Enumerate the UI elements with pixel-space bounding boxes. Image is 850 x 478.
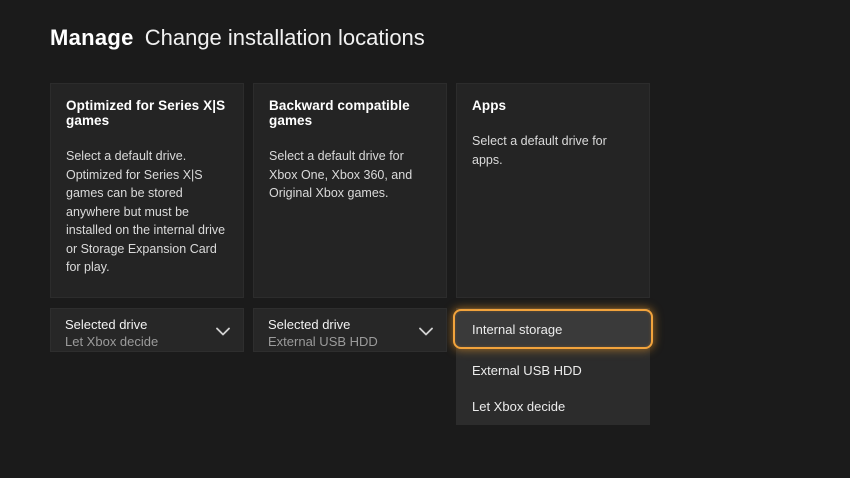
chevron-down-icon (419, 324, 433, 338)
column-optimized-games: Optimized for Series X|S games Select a … (50, 83, 244, 425)
column-apps: Apps Select a default drive for apps. In… (453, 83, 653, 425)
card-heading-optimized-games: Optimized for Series X|S games (66, 98, 226, 128)
card-apps: Apps Select a default drive for apps. (456, 83, 650, 298)
card-description-apps: Select a default drive for apps. (472, 134, 607, 167)
storage-columns: Optimized for Series X|S games Select a … (50, 83, 653, 425)
chevron-down-icon (216, 324, 230, 338)
page-title-subtitle: Change installation locations (144, 25, 425, 50)
page-title: Manage Change installation locations (50, 25, 425, 51)
card-heading-backward-compatible: Backward compatible games (269, 98, 410, 128)
option-let-xbox-decide[interactable]: Let Xbox decide (456, 388, 650, 424)
select-value: Let Xbox decide (65, 333, 159, 349)
card-optimized-games: Optimized for Series X|S games Select a … (50, 83, 244, 298)
manage-installation-locations-screen: Manage Change installation locations Opt… (0, 0, 850, 478)
page-title-manage: Manage (50, 25, 134, 50)
selected-drive-dropdown-backward-compatible[interactable]: Selected drive External USB HDD (253, 308, 447, 352)
option-external-usb-hdd[interactable]: External USB HDD (456, 352, 650, 388)
column-backward-compatible: Backward compatible games Select a defau… (253, 83, 447, 425)
card-backward-compatible: Backward compatible games Select a defau… (253, 83, 447, 298)
select-label: Selected drive (268, 316, 351, 332)
card-description-optimized-games: Select a default drive. Optimized for Se… (66, 149, 226, 274)
select-label: Selected drive (65, 316, 148, 332)
card-heading-apps: Apps (472, 98, 507, 113)
option-internal-storage[interactable]: Internal storage (453, 309, 653, 349)
selected-drive-dropdown-optimized-games[interactable]: Selected drive Let Xbox decide (50, 308, 244, 352)
card-description-backward-compatible: Select a default drive for Xbox One, Xbo… (269, 149, 413, 200)
select-value: External USB HDD (268, 333, 378, 349)
apps-drive-listbox: Internal storage External USB HDD Let Xb… (453, 308, 653, 425)
